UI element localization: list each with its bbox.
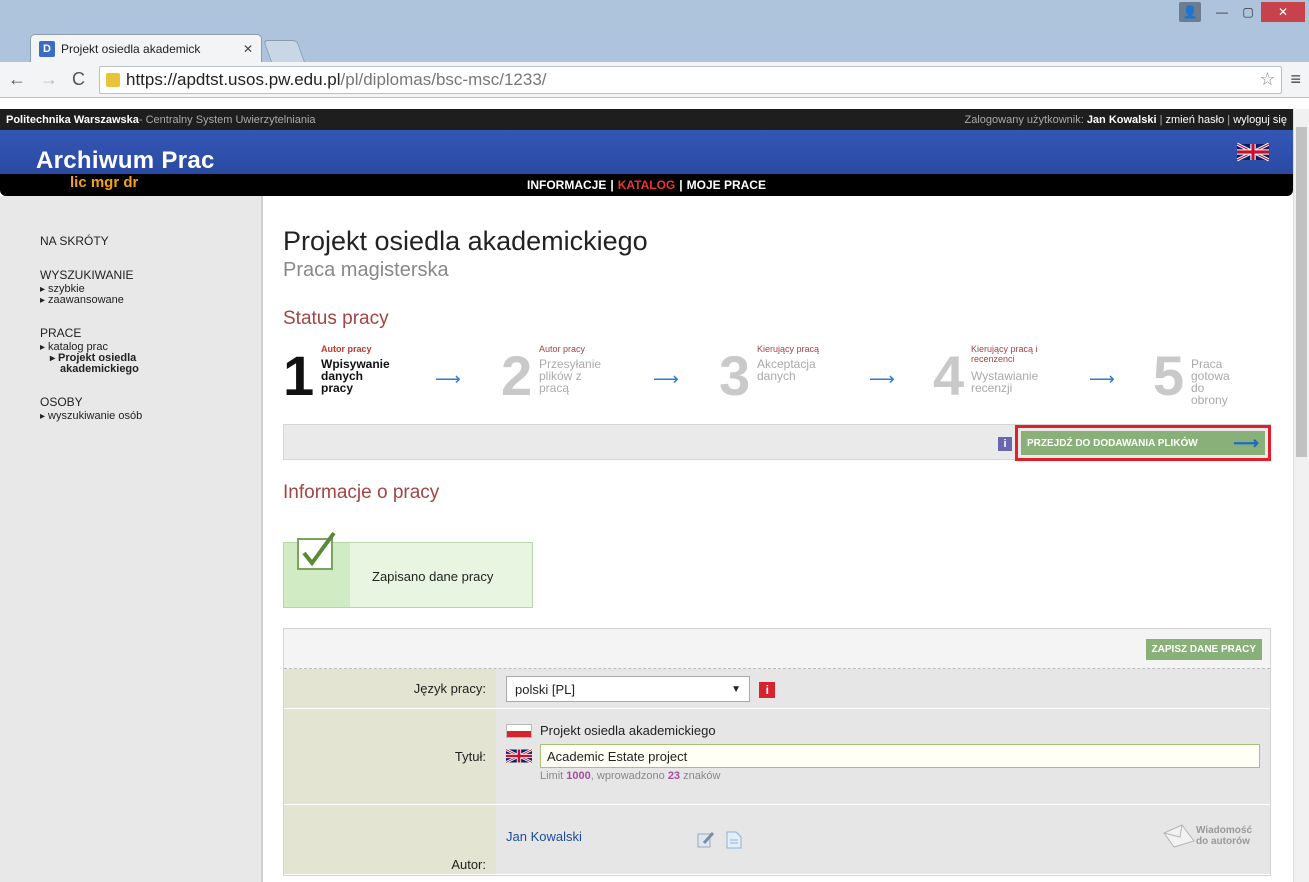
- page-title: Projekt osiedla akademickiego: [283, 226, 648, 256]
- user-name: Jan Kowalski: [1086, 113, 1157, 126]
- arrow-right-icon: ⟶: [1233, 432, 1259, 453]
- edit-icon[interactable]: [696, 831, 716, 849]
- sidebar-item-wyszukiwanie-osob[interactable]: wyszukiwanie osób: [40, 411, 261, 422]
- new-tab-button[interactable]: [262, 40, 306, 62]
- author-link[interactable]: Jan Kowalski: [506, 829, 582, 844]
- browser-titlebar: D Projekt osiedla akademick ✕ 👤 — ▢ ✕: [0, 0, 1309, 66]
- user-icon[interactable]: 👤: [1179, 2, 1201, 22]
- step-arrow-icon: ⟶: [653, 369, 679, 389]
- goto-files-button[interactable]: PRZEJDŹ DO DODAWANIA PLIKÓW ⟶: [1021, 431, 1265, 455]
- current-work-line2: akademickiego: [60, 363, 139, 375]
- url-path: /pl/diplomas/bsc-msc/1233/: [340, 69, 547, 89]
- window-controls: 👤 — ▢ ✕: [1179, 2, 1305, 22]
- message-authors-button[interactable]: Wiadomość do autorów: [1162, 823, 1252, 849]
- status-heading: Status pracy: [283, 308, 389, 329]
- nav-moje-prace[interactable]: MOJE PRACE: [687, 178, 766, 192]
- close-tab-icon[interactable]: ✕: [243, 42, 253, 56]
- sidebar: NA SKRÓTY WYSZUKIWANIE szybkie zaawansow…: [0, 196, 263, 882]
- polish-flag-icon: [506, 723, 532, 738]
- chevron-down-icon: ▼: [731, 683, 741, 695]
- lang-value: polski [PL]: [515, 681, 575, 697]
- bookmark-star-icon[interactable]: ☆: [1259, 69, 1275, 90]
- saved-message: Zapisano dane pracy: [372, 569, 494, 584]
- step-arrow-icon: ⟶: [435, 369, 461, 389]
- checkmark-icon: [297, 531, 336, 570]
- maximize-icon[interactable]: ▢: [1235, 2, 1261, 22]
- logout-link[interactable]: wyloguj się: [1233, 114, 1287, 126]
- nav-informacje[interactable]: INFORMACJE: [527, 178, 606, 192]
- browser-toolbar: ← → C https://apdtst.usos.pw.edu.pl/pl/d…: [0, 62, 1309, 98]
- logo-subtitle: lic mgr dr: [70, 174, 139, 191]
- scrollbar[interactable]: [1293, 109, 1309, 882]
- org-name: Politechnika Warszawska: [6, 113, 139, 126]
- title-en-input[interactable]: Academic Estate project: [540, 744, 1260, 768]
- site-topbar: Politechnika Warszawska - Centralny Syst…: [0, 109, 1293, 130]
- org-subtitle: - Centralny System Uwierzytelniania: [138, 113, 316, 126]
- sidebar-shortcuts[interactable]: NA SKRÓTY: [40, 234, 261, 248]
- browser-tab[interactable]: D Projekt osiedla akademick ✕: [30, 34, 262, 62]
- close-window-icon[interactable]: ✕: [1261, 2, 1305, 22]
- save-work-button[interactable]: ZAPISZ DANE PRACY: [1145, 639, 1262, 660]
- title-pl: Projekt osiedla akademickiego: [540, 723, 716, 738]
- main-content: Projekt osiedla akademickiego Praca magi…: [263, 196, 1293, 882]
- change-password-link[interactable]: zmień hasło: [1166, 114, 1225, 126]
- minimize-icon[interactable]: —: [1209, 2, 1235, 22]
- info-icon[interactable]: i: [759, 682, 776, 699]
- site-banner: Archiwum Prac: [0, 130, 1293, 174]
- menu-icon[interactable]: ≡: [1290, 69, 1301, 90]
- english-flag-icon: [506, 748, 532, 764]
- work-form: ZAPISZ DANE PRACY Język pracy: polski [P…: [283, 628, 1271, 876]
- lang-row: Język pracy: polski [PL] ▼ i: [284, 669, 1270, 709]
- url-domain: https://apdtst.usos.pw.edu.pl: [126, 69, 341, 89]
- saved-notice: Zapisano dane pracy: [283, 531, 533, 608]
- lang-label: Język pracy:: [284, 669, 496, 708]
- title-label: Tytuł:: [284, 709, 496, 804]
- reload-icon[interactable]: C: [72, 69, 85, 90]
- user-bar: Zalogowany użytkownik: Jan Kowalski | zm…: [964, 113, 1287, 126]
- goto-files-highlight: PRZEJDŹ DO DODAWANIA PLIKÓW ⟶: [1015, 425, 1271, 461]
- sidebar-works-heading[interactable]: PRACE: [40, 326, 261, 340]
- sidebar-people-heading[interactable]: OSOBY: [40, 395, 261, 409]
- nav-katalog[interactable]: KATALOG: [618, 178, 676, 192]
- back-icon[interactable]: ←: [8, 69, 26, 90]
- page-subtitle: Praca magisterska: [283, 259, 449, 281]
- favicon-icon: D: [39, 40, 55, 57]
- logged-prefix: Zalogowany użytkownik:: [964, 113, 1087, 126]
- english-flag-icon[interactable]: [1237, 142, 1269, 162]
- title-en-value: Academic Estate project: [547, 748, 688, 764]
- sidebar-search-heading[interactable]: WYSZUKIWANIE: [40, 268, 261, 282]
- title-row: Tytuł: Projekt osiedla akademickiego Aca…: [284, 709, 1270, 805]
- step-arrow-icon: ⟶: [1089, 369, 1115, 389]
- goto-files-label: PRZEJDŹ DO DODAWANIA PLIKÓW: [1027, 437, 1198, 449]
- document-icon[interactable]: [726, 831, 742, 849]
- envelope-icon: [1163, 824, 1195, 848]
- sidebar-item-zaawansowane[interactable]: zaawansowane: [40, 295, 261, 306]
- address-bar[interactable]: https://apdtst.usos.pw.edu.pl/pl/diploma…: [99, 65, 1283, 94]
- author-label: Autor:: [284, 805, 496, 874]
- lock-warning-icon: [106, 72, 120, 87]
- scrollbar-thumb[interactable]: [1296, 127, 1307, 457]
- status-steps: 1 Autor pracy Wpisywanie danych pracy ⟶ 2 …: [283, 344, 1230, 407]
- info-icon[interactable]: i: [998, 437, 1012, 451]
- tab-title: Projekt osiedla akademick: [61, 41, 201, 56]
- site-logo[interactable]: Archiwum Prac: [36, 147, 215, 175]
- char-limit: Limit 1000, wprowadzono 23 znaków: [540, 770, 721, 782]
- main-nav: lic mgr dr INFORMACJE | KATALOG | MOJE PRACE: [0, 174, 1293, 196]
- status-action-bar: i PRZEJDŹ DO DODAWANIA PLIKÓW ⟶: [283, 424, 1271, 461]
- author-row: Autor: Jan Kowalski Wiadomość do autorów: [284, 805, 1270, 875]
- info-heading: Informacje o pracy: [283, 482, 440, 503]
- forward-icon[interactable]: →: [40, 69, 58, 90]
- lang-select[interactable]: polski [PL] ▼: [506, 676, 750, 702]
- step-arrow-icon: ⟶: [869, 369, 895, 389]
